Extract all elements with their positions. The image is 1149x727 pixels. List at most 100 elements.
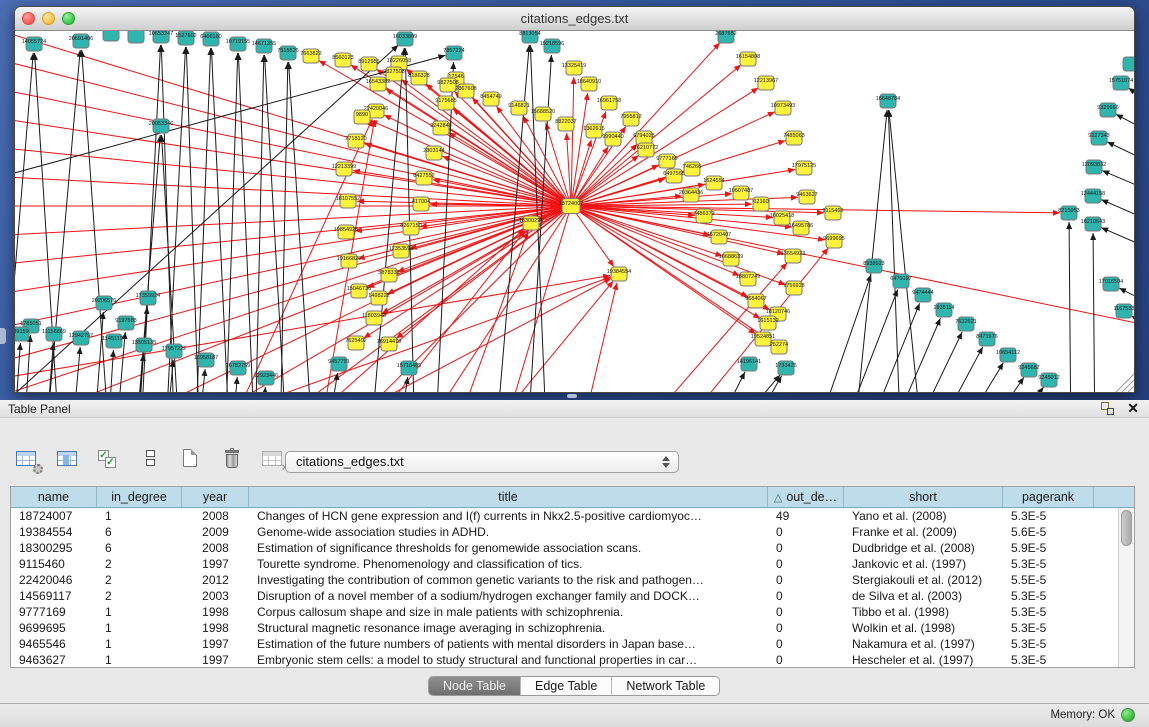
- graph-node[interactable]: 1167533: [1113, 304, 1134, 318]
- table-cell[interactable]: 9115460: [11, 556, 97, 572]
- table-cell[interactable]: 2003: [182, 588, 249, 604]
- graph-node[interactable]: 17957222: [162, 344, 186, 358]
- table-cell[interactable]: 2012: [182, 572, 249, 588]
- graph-node[interactable]: 7486372: [693, 209, 714, 223]
- graph-node[interactable]: 7955812: [620, 112, 641, 126]
- table-cell[interactable]: Genome-wide association studies in ADHD.: [249, 524, 768, 540]
- table-cell[interactable]: 2: [97, 556, 182, 572]
- table-cell[interactable]: 1997: [182, 636, 249, 652]
- table-cell[interactable]: 0: [768, 652, 844, 668]
- network-window-titlebar[interactable]: citations_edges.txt: [15, 7, 1134, 31]
- graph-node[interactable]: 6479197: [890, 274, 911, 288]
- graph-node[interactable]: 2718120: [345, 134, 366, 148]
- column-header-title[interactable]: title: [249, 487, 768, 507]
- table-cell[interactable]: Hescheler et al. (1997): [844, 652, 1003, 668]
- table-cell[interactable]: Corpus callosum shape and size in male p…: [249, 604, 768, 620]
- network-view-window[interactable]: citations_edges.txt 86601238912955182260…: [14, 6, 1135, 393]
- graph-node[interactable]: 11156869: [42, 327, 66, 341]
- graph-node[interactable]: 9329966: [1097, 103, 1118, 117]
- select-all-button[interactable]: ✓ ✓: [96, 446, 124, 472]
- graph-node[interactable]: 16495786: [789, 221, 813, 235]
- graph-node[interactable]: 14196141: [737, 357, 761, 371]
- table-cell[interactable]: Investigating the contribution of common…: [249, 572, 768, 588]
- table-cell[interactable]: 5.3E-5: [1003, 604, 1094, 620]
- table-cell[interactable]: 1: [97, 636, 182, 652]
- graph-node[interactable]: 2687682: [715, 31, 736, 43]
- graph-node[interactable]: 2935114: [933, 303, 954, 317]
- table-cell[interactable]: Disruption of a novel member of a sodium…: [249, 588, 768, 604]
- graph-node[interactable]: 16648784: [876, 94, 900, 108]
- table-cell[interactable]: 22420046: [11, 572, 97, 588]
- graph-node[interactable]: 9115460: [822, 206, 843, 220]
- table-cell[interactable]: Estimation of the future numbers of pati…: [249, 636, 768, 652]
- graph-node[interactable]: 62160: [753, 197, 769, 211]
- graph-node[interactable]: 5878332: [378, 268, 399, 282]
- table-row[interactable]: 1872400712008Changes of HCN gene express…: [11, 508, 1134, 524]
- graph-node[interactable]: 8186328: [408, 71, 429, 85]
- graph-node[interactable]: 12942757: [69, 331, 93, 345]
- graph-node[interactable]: 7663822: [300, 49, 321, 63]
- table-cell[interactable]: 6: [97, 540, 182, 556]
- graph-node[interactable]: [103, 31, 119, 41]
- graph-node[interactable]: 11803948: [362, 311, 386, 325]
- table-cell[interactable]: 49: [768, 508, 844, 524]
- table-cell[interactable]: 0: [768, 556, 844, 572]
- table-cell[interactable]: 1998: [182, 620, 249, 636]
- graph-node[interactable]: 39159: [15, 327, 29, 341]
- graph-node[interactable]: 18640910: [577, 77, 601, 91]
- graph-node[interactable]: 16210643: [1081, 217, 1105, 231]
- tab-node-table[interactable]: Node Table: [429, 677, 521, 695]
- table-cell[interactable]: 2: [97, 588, 182, 604]
- graph-node[interactable]: 14671355: [252, 39, 276, 53]
- table-cell[interactable]: 9463627: [11, 652, 97, 668]
- table-cell[interactable]: 5.3E-5: [1003, 588, 1094, 604]
- graph-node[interactable]: 1527602: [175, 31, 196, 45]
- table-row[interactable]: 946362711997Embryonic stem cells: a mode…: [11, 652, 1134, 668]
- graph-node[interactable]: 2803144: [423, 146, 444, 160]
- graph-node[interactable]: 9777169: [656, 154, 677, 168]
- graph-node[interactable]: 12923446: [254, 371, 278, 385]
- table-cell[interactable]: 0: [768, 588, 844, 604]
- new-column-button[interactable]: [178, 446, 206, 472]
- graph-node[interactable]: 10607487: [729, 186, 753, 200]
- table-cell[interactable]: 1: [97, 620, 182, 636]
- table-row[interactable]: 1456911722003Disruption of a novel membe…: [11, 588, 1134, 604]
- table-cell[interactable]: 0: [768, 540, 844, 556]
- graph-node[interactable]: 9197588: [115, 316, 136, 330]
- table-cell[interactable]: 5.3E-5: [1003, 636, 1094, 652]
- scrollbar-thumb[interactable]: [1121, 510, 1132, 546]
- graph-node[interactable]: 17975125: [792, 161, 816, 175]
- splitter-grip[interactable]: [567, 394, 577, 398]
- table-cell[interactable]: Stergiakouli et al. (2012): [844, 572, 1003, 588]
- graph-node[interactable]: 7625402: [345, 336, 366, 350]
- table-cell[interactable]: 14569117: [11, 588, 97, 604]
- table-cell[interactable]: 0: [768, 524, 844, 540]
- graph-node[interactable]: 15688520: [531, 107, 555, 121]
- table-cell[interactable]: 19384554: [11, 524, 97, 540]
- graph-node[interactable]: 12093832: [1082, 160, 1106, 174]
- graph-node[interactable]: 9175685: [435, 96, 456, 110]
- graph-node[interactable]: 11451194: [102, 334, 126, 348]
- column-header-pagerank[interactable]: pagerank: [1003, 487, 1094, 507]
- graph-hub-node[interactable]: 18724007: [559, 199, 583, 214]
- graph-node[interactable]: 9890: [354, 110, 370, 124]
- table-cell[interactable]: 0: [768, 604, 844, 620]
- graph-node[interactable]: 16154808: [736, 52, 760, 66]
- graph-node[interactable]: 17016504: [1099, 277, 1123, 291]
- table-cell[interactable]: de Silva et al. (2003): [844, 588, 1003, 604]
- table-cell[interactable]: 5.3E-5: [1003, 620, 1094, 636]
- graph-node[interactable]: 9684067: [745, 294, 766, 308]
- table-cell[interactable]: 18724007: [11, 508, 97, 524]
- graph-node[interactable]: 1624554: [703, 176, 724, 190]
- table-cell[interactable]: Embryonic stem cells: a model to study s…: [249, 652, 768, 668]
- graph-node[interactable]: 16914479: [377, 337, 401, 351]
- table-cell[interactable]: Wolkin et al. (1998): [844, 620, 1003, 636]
- table-cell[interactable]: 9699695: [11, 620, 97, 636]
- column-header-out-degree[interactable]: △out_de…: [768, 487, 844, 507]
- table-cell[interactable]: 1997: [182, 556, 249, 572]
- table-cell[interactable]: 5.3E-5: [1003, 556, 1094, 572]
- graph-node[interactable]: 9242848: [430, 121, 451, 135]
- column-header-in-degree[interactable]: in_degree: [97, 487, 182, 507]
- graph-node[interactable]: 8454749: [480, 92, 501, 106]
- graph-node[interactable]: 18807249: [736, 272, 760, 286]
